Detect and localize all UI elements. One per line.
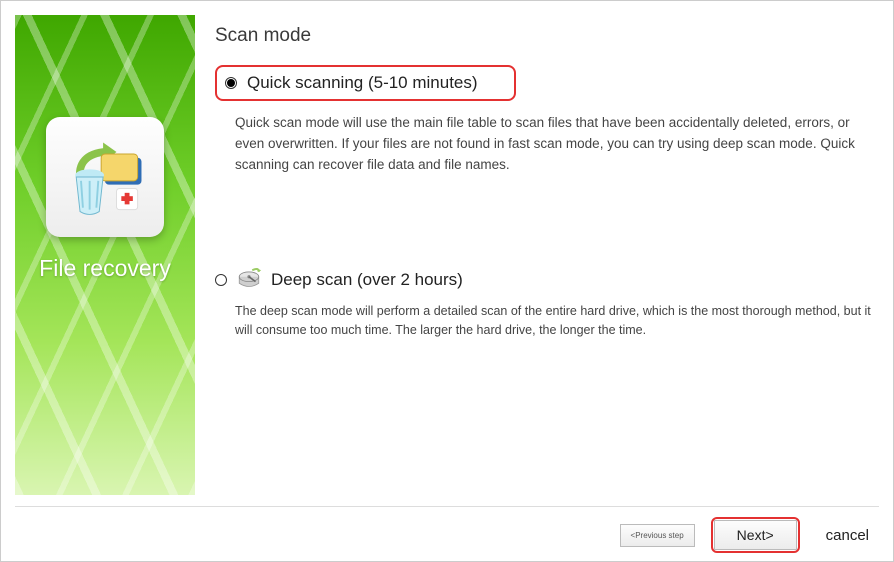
next-button[interactable]: Next> (714, 520, 797, 550)
sidebar-title: File recovery (39, 255, 171, 282)
option-quick-scan[interactable]: Quick scanning (5-10 minutes) Quick scan… (215, 65, 879, 176)
sidebar-panel: File recovery (15, 15, 195, 495)
recycle-bin-icon (57, 129, 153, 225)
previous-step-button[interactable]: <Previous step (620, 524, 695, 547)
quick-scan-head[interactable]: Quick scanning (5-10 minutes) (215, 65, 516, 101)
radio-quick[interactable] (225, 77, 237, 89)
page-title: Scan mode (215, 25, 879, 47)
cancel-button[interactable]: cancel (816, 521, 879, 550)
main-content: Scan mode Quick scanning (5-10 minutes) … (215, 15, 879, 506)
option-deep-scan[interactable]: Deep scan (over 2 hours) The deep scan m… (215, 266, 879, 341)
deep-scan-head[interactable]: Deep scan (over 2 hours) (215, 266, 879, 294)
radio-deep[interactable] (215, 274, 227, 286)
deep-scan-desc: The deep scan mode will perform a detail… (235, 302, 875, 341)
next-highlight: Next> (711, 517, 800, 553)
app-icon (46, 117, 164, 237)
quick-scan-desc: Quick scan mode will use the main file t… (235, 113, 865, 176)
hdd-icon (235, 266, 263, 294)
quick-scan-label: Quick scanning (5-10 minutes) (247, 73, 478, 93)
footer-bar: <Previous step Next> cancel (15, 506, 879, 553)
deep-scan-label: Deep scan (over 2 hours) (271, 270, 463, 290)
